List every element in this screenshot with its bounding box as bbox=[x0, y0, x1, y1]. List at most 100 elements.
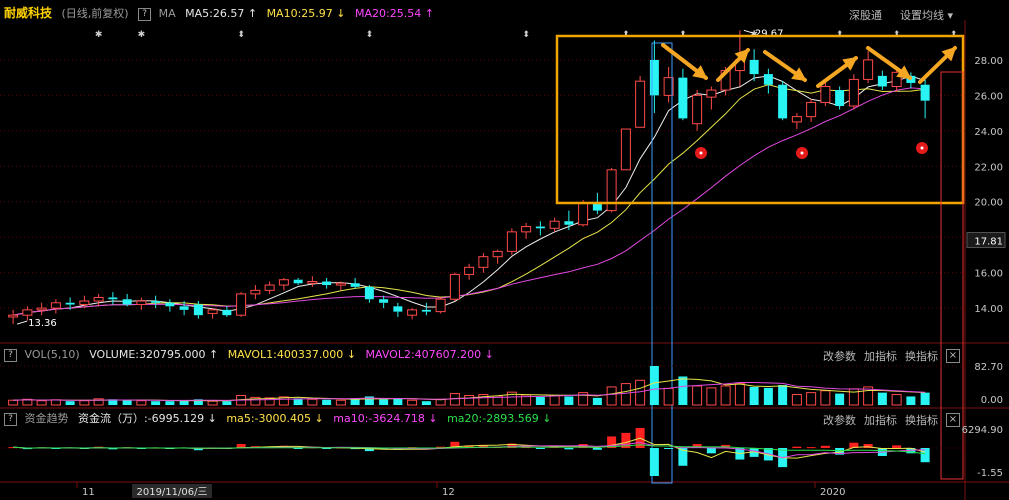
volume-bar bbox=[136, 400, 147, 406]
volume-bar bbox=[791, 394, 802, 406]
candle-body bbox=[778, 84, 788, 119]
volume-bar bbox=[549, 394, 560, 406]
event-marker-icon: ✱ bbox=[95, 30, 103, 40]
flow-add-indicator-button[interactable]: 加指标 bbox=[864, 412, 897, 428]
volume-bar bbox=[207, 400, 218, 406]
candle-body bbox=[877, 75, 887, 87]
x-cursor-date-label: 2019/11/06/三 bbox=[136, 487, 207, 498]
candle-body bbox=[535, 226, 545, 229]
candle-body bbox=[749, 59, 759, 75]
caret-down-icon: ▾ bbox=[947, 9, 954, 22]
candle-body bbox=[179, 306, 189, 310]
market-button[interactable]: 深股通 bbox=[849, 7, 882, 23]
candle-body bbox=[350, 283, 360, 287]
candle-body bbox=[578, 203, 589, 226]
volume-bar bbox=[36, 400, 47, 406]
candle-body bbox=[79, 300, 90, 306]
flow-change-params-button[interactable]: 改参数 bbox=[823, 412, 856, 428]
volume-bar bbox=[50, 399, 61, 406]
volume-bar bbox=[635, 379, 646, 406]
volume-bar bbox=[592, 397, 602, 405]
flow-arrow-icon: ↓ bbox=[207, 412, 217, 425]
candle-body bbox=[763, 74, 773, 85]
mavol1-arrow-icon: ↓ bbox=[346, 348, 357, 361]
volume-bar bbox=[606, 386, 617, 406]
candle-body bbox=[222, 309, 232, 316]
volume-bar bbox=[79, 400, 90, 406]
candle-body bbox=[506, 231, 517, 252]
candle-body bbox=[364, 286, 374, 300]
price-tick-label: 26.00 bbox=[974, 91, 1003, 102]
flow-bar bbox=[792, 446, 802, 448]
candle-body bbox=[848, 78, 859, 107]
flow-ma20-value: ma20:-2893.569 bbox=[447, 412, 539, 425]
high-annotation: 29.67 bbox=[755, 28, 784, 39]
vol-add-indicator-button[interactable]: 加指标 bbox=[864, 348, 897, 364]
mavol1-value: MAVOL1:400337.000 bbox=[227, 348, 344, 361]
vol-close-icon[interactable]: × bbox=[946, 349, 960, 363]
vol-switch-indicator-button[interactable]: 换指标 bbox=[905, 348, 938, 364]
main-header: 耐威科技 (日线,前复权) ? MA MA5:26.57 ↑ MA10:25.9… bbox=[4, 5, 434, 21]
flow-bar bbox=[564, 448, 574, 450]
candle-body bbox=[250, 289, 261, 295]
volume-bar bbox=[806, 392, 817, 406]
settings-ma-label: 设置均线 bbox=[900, 9, 944, 22]
volume-bar bbox=[720, 385, 731, 406]
candle-body bbox=[322, 281, 332, 286]
flow-tick-label: 6294.90 bbox=[962, 425, 1003, 436]
event-marker-icon: ⬍ bbox=[522, 30, 530, 40]
candle-body bbox=[492, 250, 503, 258]
help-icon[interactable]: ? bbox=[138, 7, 152, 21]
candle-body bbox=[65, 302, 75, 305]
vol-help-icon[interactable]: ? bbox=[4, 348, 17, 362]
candle-body bbox=[393, 306, 403, 312]
red-dot-center bbox=[800, 151, 804, 155]
candle-body bbox=[564, 221, 574, 225]
volume-bar bbox=[8, 399, 19, 406]
x-tick-label: 2020 bbox=[820, 487, 845, 498]
ma5-value: MA5:26.57 bbox=[185, 7, 245, 20]
flow-help-icon[interactable]: ? bbox=[4, 412, 17, 426]
flow-ma10-value: ma10:-3624.718 bbox=[333, 412, 425, 425]
flow-bar bbox=[820, 445, 830, 448]
candle-body bbox=[592, 203, 602, 211]
vol-tick-label: 82.70 bbox=[974, 362, 1003, 373]
candle-body bbox=[264, 284, 275, 291]
flow-bar bbox=[706, 448, 716, 454]
volume-bar bbox=[620, 383, 631, 406]
candle-body bbox=[8, 314, 19, 318]
candle-body bbox=[791, 116, 802, 123]
candle-body bbox=[920, 84, 930, 101]
mavol2-arrow-icon: ↓ bbox=[484, 348, 494, 361]
volume-bar bbox=[393, 398, 403, 405]
candle-body bbox=[835, 90, 845, 106]
vol-tick-label: 0.00 bbox=[981, 395, 1003, 406]
volume-bar bbox=[564, 396, 574, 405]
vol-label: VOL(5,10) bbox=[24, 348, 80, 361]
candle-body bbox=[207, 309, 218, 314]
ma10-line bbox=[13, 84, 926, 316]
flow-close-icon[interactable]: × bbox=[946, 413, 960, 427]
candle-body bbox=[464, 266, 475, 275]
vol-change-params-button[interactable]: 改参数 bbox=[823, 348, 856, 364]
volume-bar bbox=[920, 392, 930, 405]
candle-body bbox=[36, 307, 47, 311]
settings-ma-button[interactable]: 设置均线 ▾ bbox=[900, 7, 953, 23]
candle-body bbox=[706, 89, 717, 98]
volume-bar bbox=[421, 401, 431, 405]
candle-body bbox=[635, 80, 646, 128]
stock-name[interactable]: 耐威科技 bbox=[4, 6, 52, 20]
volume-bar bbox=[151, 401, 161, 405]
volume-bar bbox=[763, 387, 773, 405]
flow-ma5-arrow-icon: ↓ bbox=[314, 412, 324, 425]
price-tick-label: 22.00 bbox=[974, 162, 1003, 173]
price-tick-label: 24.00 bbox=[974, 127, 1003, 138]
volume-bar bbox=[407, 399, 418, 406]
low-marker-line bbox=[16, 320, 28, 325]
volume-bar bbox=[649, 366, 659, 405]
event-marker-icon: ✱ bbox=[138, 30, 146, 40]
candle-body bbox=[50, 302, 61, 309]
candle-body bbox=[620, 128, 631, 171]
volume-bar bbox=[706, 387, 717, 406]
flow-switch-indicator-button[interactable]: 换指标 bbox=[905, 412, 938, 428]
